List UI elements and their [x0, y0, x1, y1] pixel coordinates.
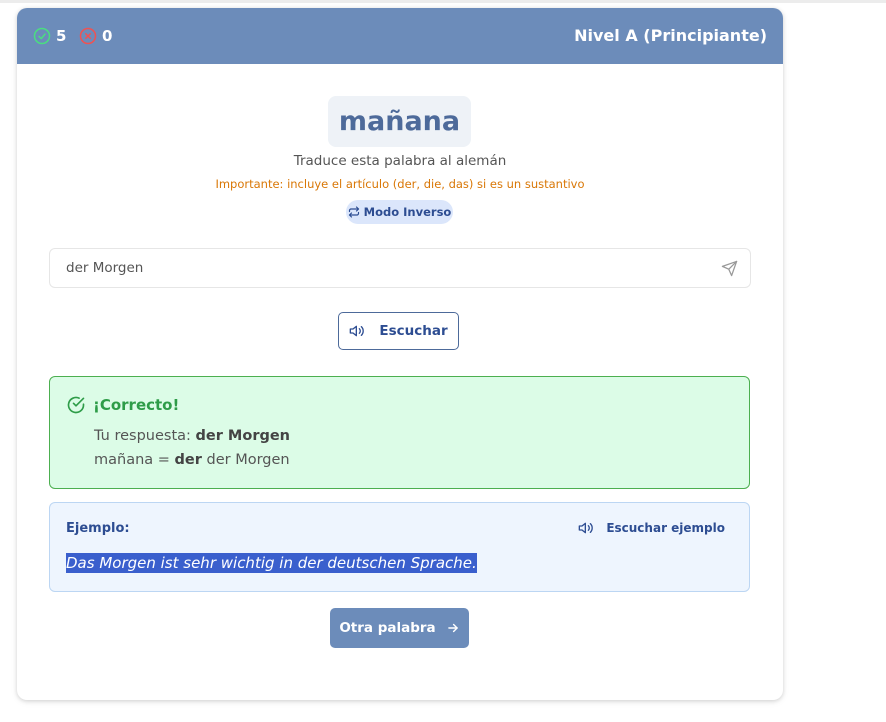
- your-answer-label: Tu respuesta:: [94, 428, 191, 444]
- result-title-text: ¡Correcto!: [93, 396, 180, 414]
- correct-count: 5: [56, 27, 67, 45]
- example-label: Ejemplo:: [66, 521, 130, 536]
- mode-label: Modo Inverso: [363, 205, 452, 219]
- listen-example-button[interactable]: Escuchar ejemplo: [578, 520, 725, 536]
- example-sentence[interactable]: Das Morgen ist sehr wichtig in der deuts…: [66, 553, 477, 573]
- speaker-icon: [578, 522, 594, 534]
- check-circle-icon: [33, 27, 51, 45]
- your-answer-value: der Morgen: [195, 428, 291, 444]
- x-circle-icon: [79, 27, 97, 45]
- card-header: 5 0 Nivel A (Principiante): [17, 8, 783, 64]
- result-panel: ¡Correcto! Tu respuesta: der Morgen maña…: [49, 376, 750, 489]
- mode-badge[interactable]: Modo Inverso: [346, 200, 453, 224]
- answer-input[interactable]: [50, 249, 710, 287]
- result-title: ¡Correcto!: [66, 395, 179, 415]
- check-circle-icon: [67, 396, 85, 414]
- listen-label: Escuchar: [379, 323, 448, 339]
- page-top-border: [0, 0, 886, 3]
- important-note: Importante: incluye el artículo (der, di…: [215, 177, 585, 191]
- translation-prefix: mañana =: [94, 452, 170, 468]
- translation-line: mañana = der der Morgen: [94, 452, 290, 468]
- arrow-right-icon: [447, 623, 458, 633]
- your-answer-line: Tu respuesta: der Morgen: [94, 428, 290, 444]
- listen-button[interactable]: Escuchar: [338, 312, 459, 350]
- wrong-score: 0: [79, 27, 112, 45]
- correct-score: 5: [33, 27, 66, 45]
- quiz-card: 5 0 Nivel A (Principiante) mañana Traduc…: [17, 8, 783, 700]
- prompt-word: mañana: [338, 106, 461, 137]
- level-label: Nivel A (Principiante): [574, 26, 767, 45]
- listen-example-label: Escuchar ejemplo: [606, 521, 725, 535]
- word-card: mañana: [328, 96, 471, 147]
- next-word-button[interactable]: Otra palabra: [330, 608, 469, 648]
- instruction-text: Traduce esta palabra al alemán: [293, 153, 507, 169]
- translation-article: der: [174, 452, 202, 468]
- wrong-count: 0: [102, 27, 113, 45]
- swap-arrows-icon: [348, 206, 359, 218]
- translation-rest: der Morgen: [206, 452, 290, 468]
- speaker-icon: [350, 325, 365, 337]
- example-panel: Ejemplo: Escuchar ejemplo Das Morgen ist…: [49, 502, 750, 592]
- next-word-label: Otra palabra: [339, 620, 436, 636]
- send-icon[interactable]: [721, 260, 738, 277]
- answer-field: [49, 248, 751, 288]
